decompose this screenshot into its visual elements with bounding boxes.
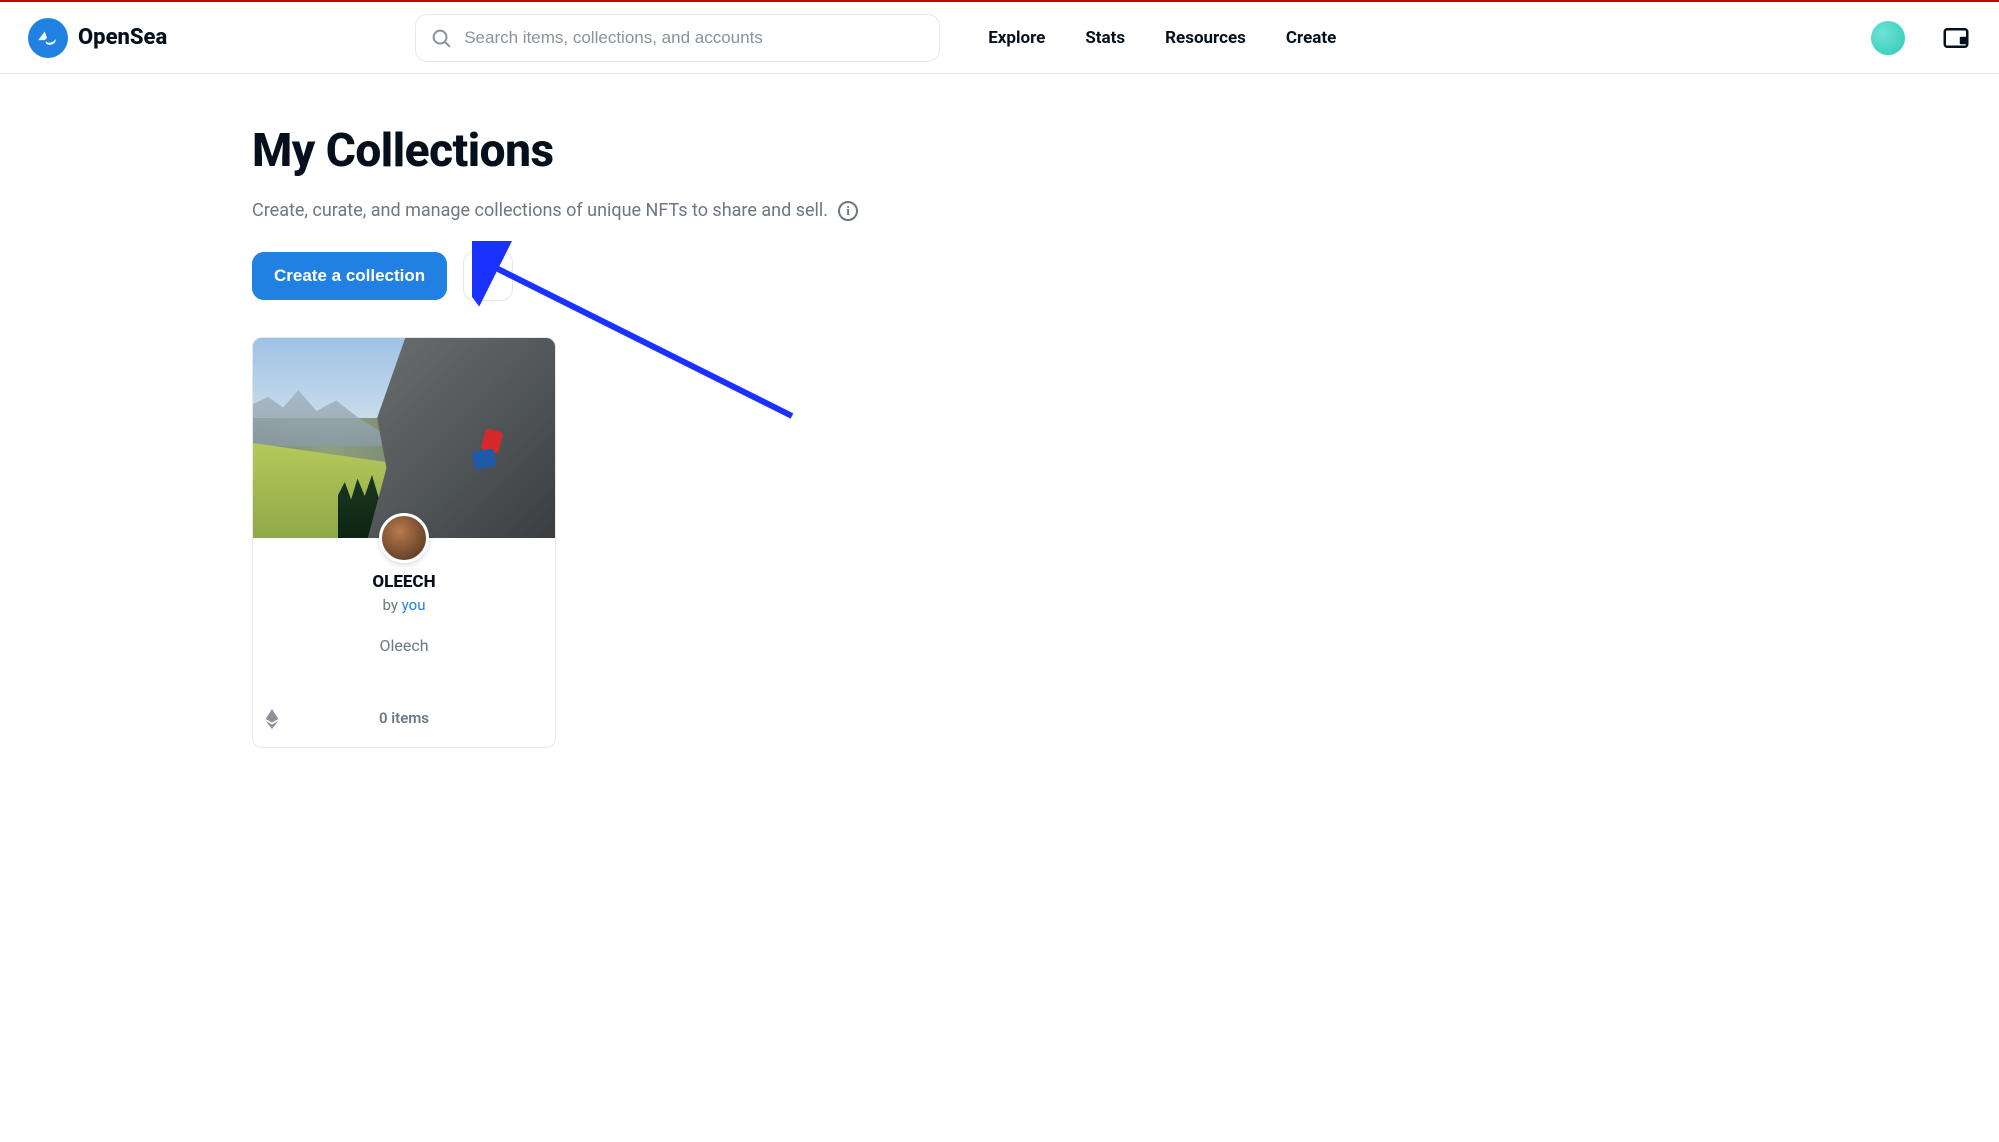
nav-resources[interactable]: Resources xyxy=(1165,28,1246,48)
info-icon[interactable]: i xyxy=(838,201,858,221)
page-title: My Collections xyxy=(252,124,1200,178)
page-subtitle-row: Create, curate, and manage collections o… xyxy=(252,200,1200,221)
search-input[interactable] xyxy=(464,28,925,48)
page-subtitle: Create, curate, and manage collections o… xyxy=(252,200,828,221)
page-content: My Collections Create, curate, and manag… xyxy=(0,74,1200,828)
header: OpenSea Explore Stats Resources Create xyxy=(0,2,1999,74)
wallet-icon[interactable] xyxy=(1941,23,1971,53)
collection-item-count: 0 items xyxy=(269,709,539,727)
nav-explore[interactable]: Explore xyxy=(988,28,1045,48)
search-box[interactable] xyxy=(415,14,940,62)
collection-cover-image xyxy=(253,338,555,538)
collection-avatar xyxy=(379,513,429,563)
header-right xyxy=(1871,21,1971,55)
brand-logo[interactable]: OpenSea xyxy=(28,18,167,58)
collection-card-body: OLEECH by you Oleech 0 items xyxy=(253,538,555,747)
brand-name: OpenSea xyxy=(78,25,167,50)
search-icon xyxy=(430,27,452,49)
more-options-button[interactable] xyxy=(463,251,513,301)
more-vertical-icon xyxy=(479,267,497,285)
opensea-logo-icon xyxy=(28,18,68,58)
primary-nav: Explore Stats Resources Create xyxy=(988,28,1336,48)
by-prefix: by xyxy=(383,596,402,614)
user-avatar[interactable] xyxy=(1871,21,1905,55)
collection-byline: by you xyxy=(269,596,539,614)
ethereum-icon xyxy=(265,709,279,733)
create-collection-button[interactable]: Create a collection xyxy=(252,252,447,300)
by-you-link[interactable]: you xyxy=(402,596,426,614)
collection-name: OLEECH xyxy=(269,572,539,592)
nav-stats[interactable]: Stats xyxy=(1085,28,1125,48)
collection-description: Oleech xyxy=(269,636,539,655)
nav-create[interactable]: Create xyxy=(1286,28,1336,48)
collection-card[interactable]: OLEECH by you Oleech 0 items xyxy=(252,337,556,748)
actions-row: Create a collection xyxy=(252,251,1200,301)
